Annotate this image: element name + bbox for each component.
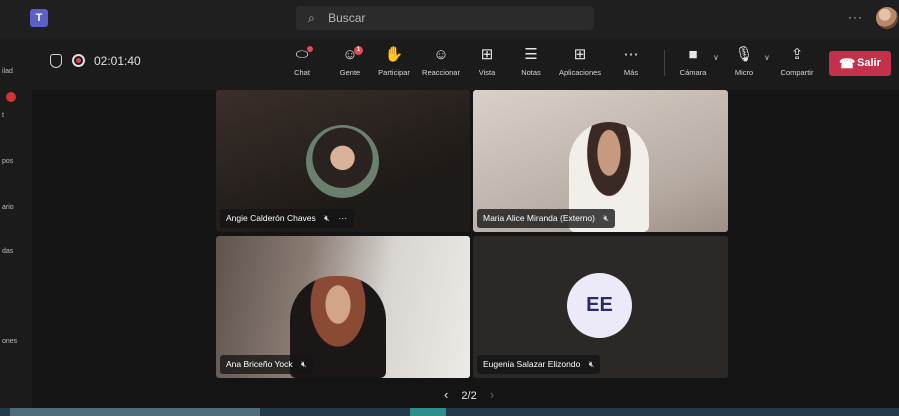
camera-icon: ■ — [688, 46, 698, 63]
chat-icon: ⬭ — [295, 46, 309, 63]
search-input[interactable]: ⌕ Buscar — [296, 6, 594, 30]
taskbar-item[interactable] — [410, 408, 446, 416]
chat-button[interactable]: ⬭ Chat — [285, 45, 319, 85]
video-stage: Angie Calderón Chaves 🔇︎ ⋯ Maria Alice M… — [32, 90, 899, 416]
mic-button[interactable]: 🎙 Micro — [730, 45, 758, 85]
participant-tile[interactable]: Maria Alice Miranda (Externo) 🔇︎ — [473, 90, 728, 232]
chat-label: Chat — [294, 68, 310, 77]
smile-icon: ☺ — [433, 46, 449, 63]
ellipsis-icon: ⋯ — [623, 46, 639, 63]
notes-icon: ☰ — [524, 46, 538, 63]
chat-badge — [307, 46, 313, 52]
react-label: Reaccionar — [422, 68, 460, 77]
participant-initials-avatar: EE — [567, 273, 632, 338]
share-button[interactable]: ⇪ Compartir — [776, 45, 818, 85]
user-avatar[interactable] — [876, 7, 898, 29]
people-label: Gente — [339, 68, 361, 77]
rail-item-apps[interactable]: ones — [2, 338, 30, 345]
add-app-icon: ⊞ — [573, 46, 587, 63]
people-button[interactable]: ☺ 1 Gente — [332, 45, 368, 85]
raise-hand-label: Participar — [378, 68, 410, 77]
mic-muted-icon: 🔇︎ — [588, 359, 595, 369]
page-indicator: 2/2 — [461, 390, 477, 402]
leave-button[interactable]: ☎ Salir — [829, 51, 891, 76]
search-placeholder: Buscar — [328, 11, 366, 25]
rail-notification-badge — [6, 92, 16, 102]
mic-options-chevron-icon[interactable]: ∨ — [764, 53, 770, 62]
mic-muted-icon: 🔇︎ — [603, 213, 610, 223]
raise-hand-button[interactable]: ✋ Participar — [372, 45, 416, 85]
camera-label: Cámara — [679, 68, 707, 77]
view-label: Vista — [478, 68, 496, 77]
participant-name: Ana Briceño Yock — [226, 359, 293, 369]
leave-label: Salir — [857, 57, 881, 69]
people-badge: 1 — [354, 46, 363, 55]
rail-item-calls[interactable]: das — [2, 248, 30, 255]
hand-icon: ✋ — [384, 46, 404, 63]
toolbar-divider — [664, 50, 665, 76]
recording-icon — [72, 54, 85, 67]
participant-name-chip: Ana Briceño Yock 🔇︎ — [220, 355, 313, 374]
microphone-icon: 🎙 — [734, 46, 754, 63]
left-rail: ilad t pos ario das ones — [0, 38, 32, 416]
os-taskbar — [0, 408, 899, 416]
notes-label: Notas — [521, 68, 541, 77]
meeting-timer: 02:01:40 — [94, 54, 141, 68]
camera-options-chevron-icon[interactable]: ∨ — [713, 53, 719, 62]
react-button[interactable]: ☺ Reaccionar — [418, 45, 464, 85]
apps-button[interactable]: ⊞ Aplicaciones — [552, 45, 608, 85]
hang-up-icon: ☎ — [839, 56, 856, 71]
grid-icon: ⊞ — [480, 46, 494, 63]
more-options-button[interactable]: ··· — [848, 10, 863, 24]
share-icon: ⇪ — [790, 46, 804, 63]
camera-button[interactable]: ■ Cámara — [676, 45, 710, 85]
shield-icon[interactable] — [50, 54, 62, 68]
share-label: Compartir — [780, 68, 814, 77]
mic-muted-icon: 🔇︎ — [324, 213, 330, 223]
rail-item-calendar[interactable]: ario — [2, 204, 30, 211]
rail-item-chat[interactable]: t — [2, 112, 30, 119]
gallery-pager: ‹ 2/2 › — [444, 387, 494, 402]
notes-button[interactable]: ☰ Notas — [516, 45, 546, 85]
mic-label: Micro — [734, 68, 754, 77]
search-icon: ⌕ — [308, 11, 315, 25]
participant-tile[interactable]: Ana Briceño Yock 🔇︎ — [216, 236, 470, 378]
teams-logo-icon[interactable]: T — [30, 9, 48, 27]
meeting-toolbar: 02:01:40 ⬭ Chat ☺ 1 Gente ✋ Participar ☺… — [32, 38, 899, 90]
mic-muted-icon: 🔇︎ — [301, 359, 307, 369]
previous-page-chevron-icon[interactable]: ‹ — [444, 387, 448, 402]
rail-item-activity[interactable]: ilad — [2, 68, 30, 75]
participant-name: Eugenia Salazar Elizondo — [483, 359, 581, 369]
more-button[interactable]: ⋯ Más — [618, 45, 644, 85]
title-bar: T ⌕ Buscar ··· — [0, 0, 899, 38]
taskbar-item[interactable] — [10, 408, 260, 416]
participant-name-chip: Maria Alice Miranda (Externo) 🔇︎ — [477, 209, 616, 228]
participant-photo — [306, 125, 379, 198]
participant-name-chip: Angie Calderón Chaves 🔇︎ ⋯ — [220, 209, 355, 228]
more-label: Más — [623, 68, 639, 77]
participant-tile[interactable]: Angie Calderón Chaves 🔇︎ ⋯ — [216, 90, 470, 232]
participant-more-icon[interactable]: ⋯ — [338, 213, 348, 223]
next-page-chevron-icon[interactable]: › — [490, 387, 494, 402]
view-button[interactable]: ⊞ Vista — [472, 45, 502, 85]
participant-name: Maria Alice Miranda (Externo) — [483, 213, 595, 223]
participant-name-chip: Eugenia Salazar Elizondo 🔇︎ — [477, 355, 601, 374]
apps-label: Aplicaciones — [558, 68, 602, 77]
participant-name: Angie Calderón Chaves — [226, 213, 316, 223]
participant-tile[interactable]: EE Eugenia Salazar Elizondo 🔇︎ — [473, 236, 728, 378]
rail-item-teams[interactable]: pos — [2, 158, 30, 165]
